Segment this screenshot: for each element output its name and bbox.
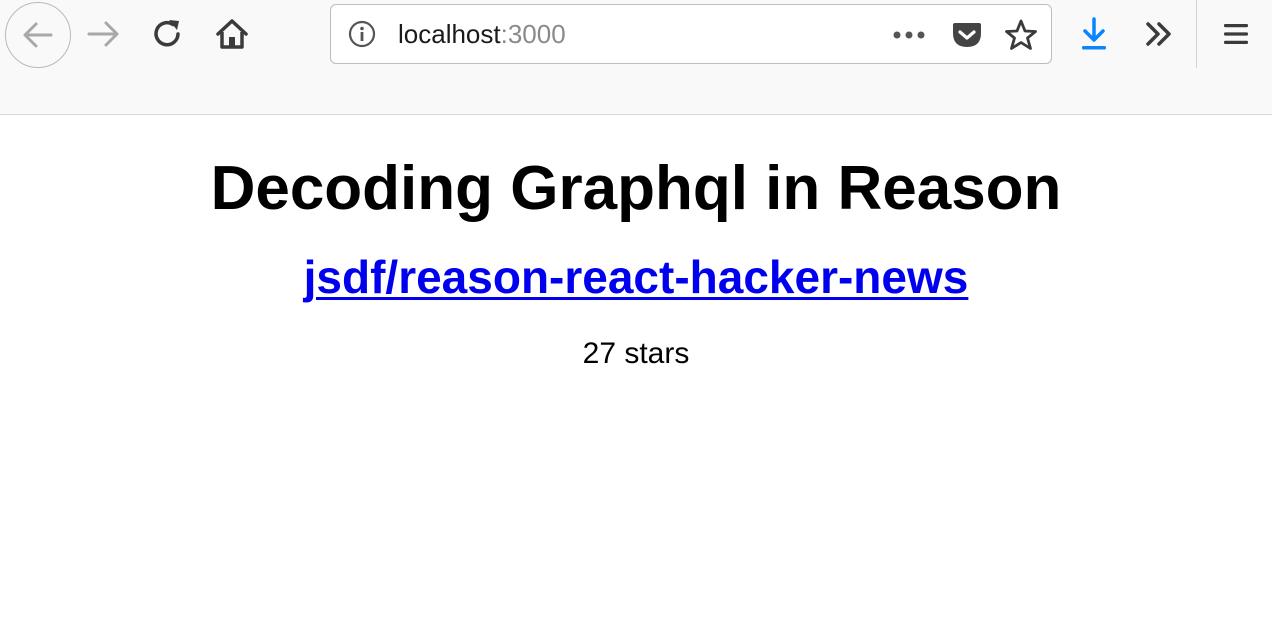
back-button[interactable] [5, 2, 71, 68]
home-button[interactable] [208, 10, 256, 58]
url-port: :3000 [500, 19, 566, 49]
repo-heading: jsdf/reason-react-hacker-news [0, 250, 1272, 304]
arrow-right-icon [87, 21, 119, 47]
forward-button[interactable] [80, 10, 128, 58]
url-host: localhost [398, 19, 501, 49]
chevron-double-right-icon [1146, 22, 1171, 46]
hamburger-menu-icon [1224, 24, 1248, 44]
browser-toolbar: localhost:3000 [0, 0, 1272, 115]
url-text[interactable]: localhost:3000 [398, 19, 566, 49]
pocket-icon[interactable] [945, 15, 989, 55]
overflow-menu-button[interactable] [1135, 10, 1183, 58]
arrow-left-icon [23, 22, 53, 48]
page-title: Decoding Graphql in Reason [210, 154, 1062, 223]
home-icon [216, 19, 248, 49]
more-dots-icon[interactable] [887, 15, 931, 55]
repo-link[interactable]: jsdf/reason-react-hacker-news [304, 251, 969, 303]
info-icon[interactable] [347, 19, 377, 49]
page-content: Decoding Graphql in Reason jsdf/reason-r… [0, 116, 1272, 644]
download-icon [1082, 17, 1106, 50]
main-menu-button[interactable] [1212, 10, 1260, 58]
url-bar[interactable]: localhost:3000 [330, 4, 1052, 64]
toolbar-separator [1196, 0, 1197, 68]
reload-button[interactable] [144, 10, 192, 58]
star-icon[interactable] [999, 13, 1043, 57]
reload-icon [154, 20, 180, 47]
stars-count: 27 stars [582, 337, 690, 370]
download-button[interactable] [1070, 10, 1118, 58]
